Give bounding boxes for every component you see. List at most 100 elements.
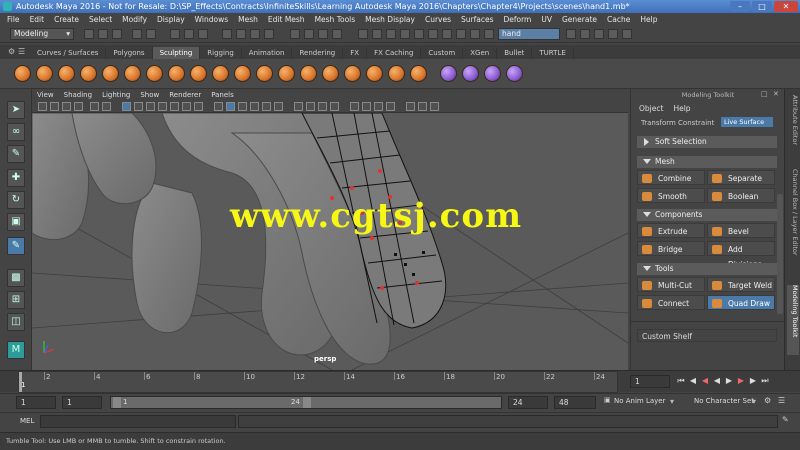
- extrude-button[interactable]: Extrude: [637, 223, 705, 238]
- transform-constraint-dropdown[interactable]: Live Surface: [721, 117, 773, 127]
- shadows-icon[interactable]: [274, 102, 283, 111]
- motion-blur-icon[interactable]: [306, 102, 315, 111]
- undo-icon[interactable]: [132, 29, 142, 39]
- wax-tool-icon[interactable]: [234, 65, 251, 82]
- rotate-tool-icon[interactable]: ↻: [7, 191, 25, 209]
- menu-generate[interactable]: Generate: [557, 15, 602, 24]
- pinch-tool-icon[interactable]: [102, 65, 119, 82]
- snap-grid-icon[interactable]: [222, 29, 232, 39]
- stamp-tool-icon[interactable]: [410, 65, 427, 82]
- select-object-icon[interactable]: [184, 29, 194, 39]
- perspective-viewport[interactable]: [32, 113, 628, 370]
- fill-tool-icon[interactable]: [278, 65, 295, 82]
- quad-draw-tool-icon[interactable]: ✎: [7, 237, 25, 255]
- spray-tool-icon[interactable]: [168, 65, 185, 82]
- absolute-transform-icon[interactable]: [400, 29, 410, 39]
- color-management-icon[interactable]: [430, 102, 439, 111]
- menu-create[interactable]: Create: [49, 15, 84, 24]
- quick-rename-icon[interactable]: [386, 29, 396, 39]
- panel-menu-object[interactable]: Object: [639, 104, 663, 113]
- smooth-shade-icon[interactable]: [226, 102, 235, 111]
- unfreeze-icon[interactable]: [484, 65, 501, 82]
- menu-surfaces[interactable]: Surfaces: [456, 15, 498, 24]
- gamma-icon[interactable]: [418, 102, 427, 111]
- tab-attribute-editor[interactable]: Attribute Editor: [787, 95, 799, 165]
- search-field[interactable]: hand: [498, 28, 560, 40]
- attribute-editor-toggle-icon[interactable]: [594, 29, 604, 39]
- bulge-tool-icon[interactable]: [344, 65, 361, 82]
- tab-custom[interactable]: Custom: [421, 47, 464, 59]
- viewport-menu-show[interactable]: Show: [135, 91, 164, 99]
- screen-space-ao-icon[interactable]: [294, 102, 303, 111]
- mel-label[interactable]: MEL: [20, 417, 34, 425]
- xray-icon[interactable]: [362, 102, 371, 111]
- bevel-button[interactable]: Bevel: [707, 223, 775, 238]
- play-backwards-icon[interactable]: ◀: [712, 375, 722, 387]
- imprint-tool-icon[interactable]: [212, 65, 229, 82]
- custom-shelf-header[interactable]: Custom Shelf: [637, 329, 777, 342]
- go-to-start-icon[interactable]: ⏮: [676, 375, 686, 387]
- time-ruler[interactable]: 1 2 4 6 8 10 12 14 16 18 20 22 24: [18, 371, 618, 393]
- menu-file[interactable]: File: [2, 15, 25, 24]
- smear-tool-icon[interactable]: [322, 65, 339, 82]
- tab-modeling-toolkit[interactable]: Modeling Toolkit: [787, 285, 799, 355]
- tab-rigging[interactable]: Rigging: [200, 47, 242, 59]
- anim-layer-dropdown[interactable]: No Anim Layer: [614, 397, 665, 405]
- menu-mesh-tools[interactable]: Mesh Tools: [310, 15, 361, 24]
- menu-uv[interactable]: UV: [536, 15, 557, 24]
- knife-tool-icon[interactable]: [300, 65, 317, 82]
- play-forwards-icon[interactable]: ▶: [724, 375, 734, 387]
- tab-fx-caching[interactable]: FX Caching: [367, 47, 422, 59]
- xray-joints-icon[interactable]: [386, 102, 395, 111]
- tool-settings-toggle-icon[interactable]: [608, 29, 618, 39]
- range-start-handle[interactable]: [113, 397, 121, 408]
- end-time-field[interactable]: 48: [554, 396, 596, 409]
- render-icon[interactable]: [304, 29, 314, 39]
- select-tool-icon[interactable]: ➤: [7, 101, 25, 119]
- multisample-aa-icon[interactable]: [318, 102, 327, 111]
- viewport-menu-renderer[interactable]: Renderer: [164, 91, 206, 99]
- new-scene-icon[interactable]: [84, 29, 94, 39]
- menu-deform[interactable]: Deform: [498, 15, 536, 24]
- menu-display[interactable]: Display: [152, 15, 190, 24]
- maximize-button[interactable]: □: [752, 1, 772, 12]
- menu-cache[interactable]: Cache: [602, 15, 635, 24]
- use-all-lights-icon[interactable]: [262, 102, 271, 111]
- redo-icon[interactable]: [146, 29, 156, 39]
- step-forward-key-icon[interactable]: ▶: [736, 375, 746, 387]
- playback-start-field[interactable]: 1: [62, 396, 102, 409]
- menu-modify[interactable]: Modify: [117, 15, 152, 24]
- menu-edit-mesh[interactable]: Edit Mesh: [263, 15, 310, 24]
- snap-point-icon[interactable]: [250, 29, 260, 39]
- resolution-gate-icon[interactable]: [146, 102, 155, 111]
- start-time-field[interactable]: 1: [16, 396, 56, 409]
- mesh-section-header[interactable]: Mesh: [637, 156, 777, 168]
- history-icon[interactable]: [290, 29, 300, 39]
- bookmarks-icon[interactable]: [62, 102, 71, 111]
- step-forward-icon[interactable]: ▶: [748, 375, 758, 387]
- gate-mask-icon[interactable]: [158, 102, 167, 111]
- camera-attributes-icon[interactable]: [50, 102, 59, 111]
- viewport-menu-view[interactable]: View: [32, 91, 59, 99]
- soft-selection-header[interactable]: Soft Selection: [637, 136, 777, 148]
- amplify-tool-icon[interactable]: [366, 65, 383, 82]
- grease-pencil-icon[interactable]: [102, 102, 111, 111]
- select-by-name-icon[interactable]: [372, 29, 382, 39]
- range-end-handle[interactable]: [303, 397, 311, 408]
- close-panel-icon[interactable]: ✕: [773, 90, 779, 98]
- combine-button[interactable]: Combine: [637, 170, 705, 185]
- depth-of-field-icon[interactable]: [330, 102, 339, 111]
- snap-curve-icon[interactable]: [236, 29, 246, 39]
- foamy-tool-icon[interactable]: [146, 65, 163, 82]
- paint-select-icon[interactable]: ✎: [7, 145, 25, 163]
- go-to-end-icon[interactable]: ⏭: [760, 375, 770, 387]
- mask-tool-icon[interactable]: [462, 65, 479, 82]
- tools-section-header[interactable]: Tools: [637, 263, 777, 275]
- grab-tool-icon[interactable]: [80, 65, 97, 82]
- select-camera-icon[interactable]: [38, 102, 47, 111]
- current-time-field[interactable]: 1: [630, 375, 670, 388]
- select-hierarchy-icon[interactable]: [170, 29, 180, 39]
- move-tool-icon[interactable]: ✚: [7, 169, 25, 187]
- quad-draw-button[interactable]: Quad Draw: [707, 295, 775, 310]
- ipr-render-icon[interactable]: [318, 29, 328, 39]
